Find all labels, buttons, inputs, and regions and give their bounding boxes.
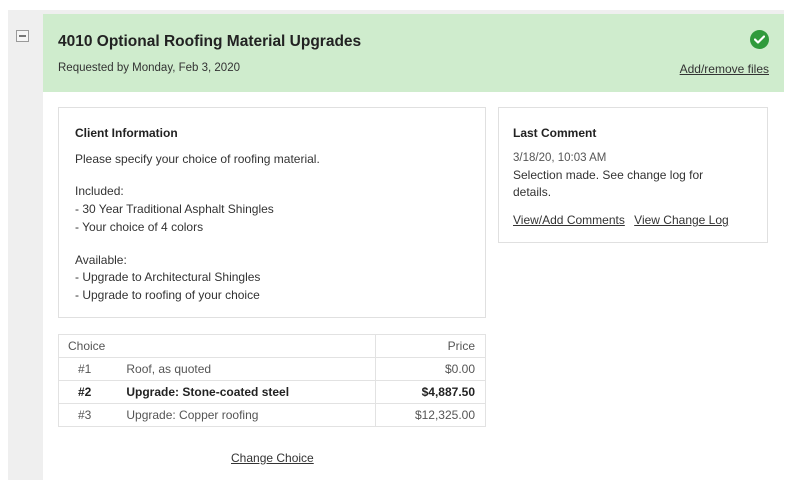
add-remove-files-link[interactable]: Add/remove files (680, 62, 769, 76)
choice-number: #1 (58, 357, 111, 381)
client-info-line: - 30 Year Traditional Asphalt Shingles (75, 202, 274, 216)
choices-table: Choice Price #1 Roof, as quoted $0.00 #2… (57, 334, 486, 427)
client-information-title: Client Information (75, 126, 178, 140)
table-row: #3 Upgrade: Copper roofing $12,325.00 (58, 403, 486, 427)
client-info-line: Included: (75, 184, 124, 198)
choice-price: $12,325.00 (375, 403, 486, 427)
choice-label: Upgrade: Copper roofing (110, 403, 377, 427)
requested-by-text: Requested by Monday, Feb 3, 2020 (58, 62, 240, 74)
view-add-comments-link[interactable]: View/Add Comments (513, 213, 625, 227)
table-row-selected: #2 Upgrade: Stone-coated steel $4,887.50 (58, 380, 486, 404)
check-circle-icon (750, 30, 769, 49)
view-change-log-link[interactable]: View Change Log (634, 213, 729, 227)
client-info-line: - Your choice of 4 colors (75, 220, 204, 234)
client-info-line: Please specify your choice of roofing ma… (75, 152, 320, 166)
choice-label: Upgrade: Stone-coated steel (110, 380, 377, 404)
table-header-row: Choice Price (57, 334, 486, 358)
collapse-icon[interactable] (16, 30, 29, 42)
last-comment-panel: Last Comment 3/18/20, 10:03 AM Selection… (498, 107, 768, 243)
change-choice-link[interactable]: Change Choice (231, 451, 314, 465)
last-comment-title: Last Comment (513, 126, 597, 140)
table-row: #1 Roof, as quoted $0.00 (58, 357, 486, 381)
comment-date: 3/18/20, 10:03 AM (513, 152, 607, 164)
comment-text: Selection made. See change log for (513, 168, 704, 182)
choice-number: #3 (58, 403, 111, 427)
choice-label: Roof, as quoted (110, 357, 377, 381)
card-header (43, 14, 784, 92)
choice-price: $0.00 (375, 357, 486, 381)
choice-column-header: Choice (57, 334, 377, 358)
item-title: 4010 Optional Roofing Material Upgrades (58, 33, 362, 50)
choice-price: $4,887.50 (375, 380, 486, 404)
client-information-panel: Client Information Please specify your c… (58, 107, 486, 318)
client-info-line: - Upgrade to Architectural Shingles (75, 270, 261, 284)
choice-number: #2 (58, 380, 111, 404)
client-info-line: - Upgrade to roofing of your choice (75, 288, 260, 302)
client-info-line: Available: (75, 253, 127, 267)
comment-text: details. (513, 185, 552, 199)
price-column-header: Price (375, 334, 486, 358)
